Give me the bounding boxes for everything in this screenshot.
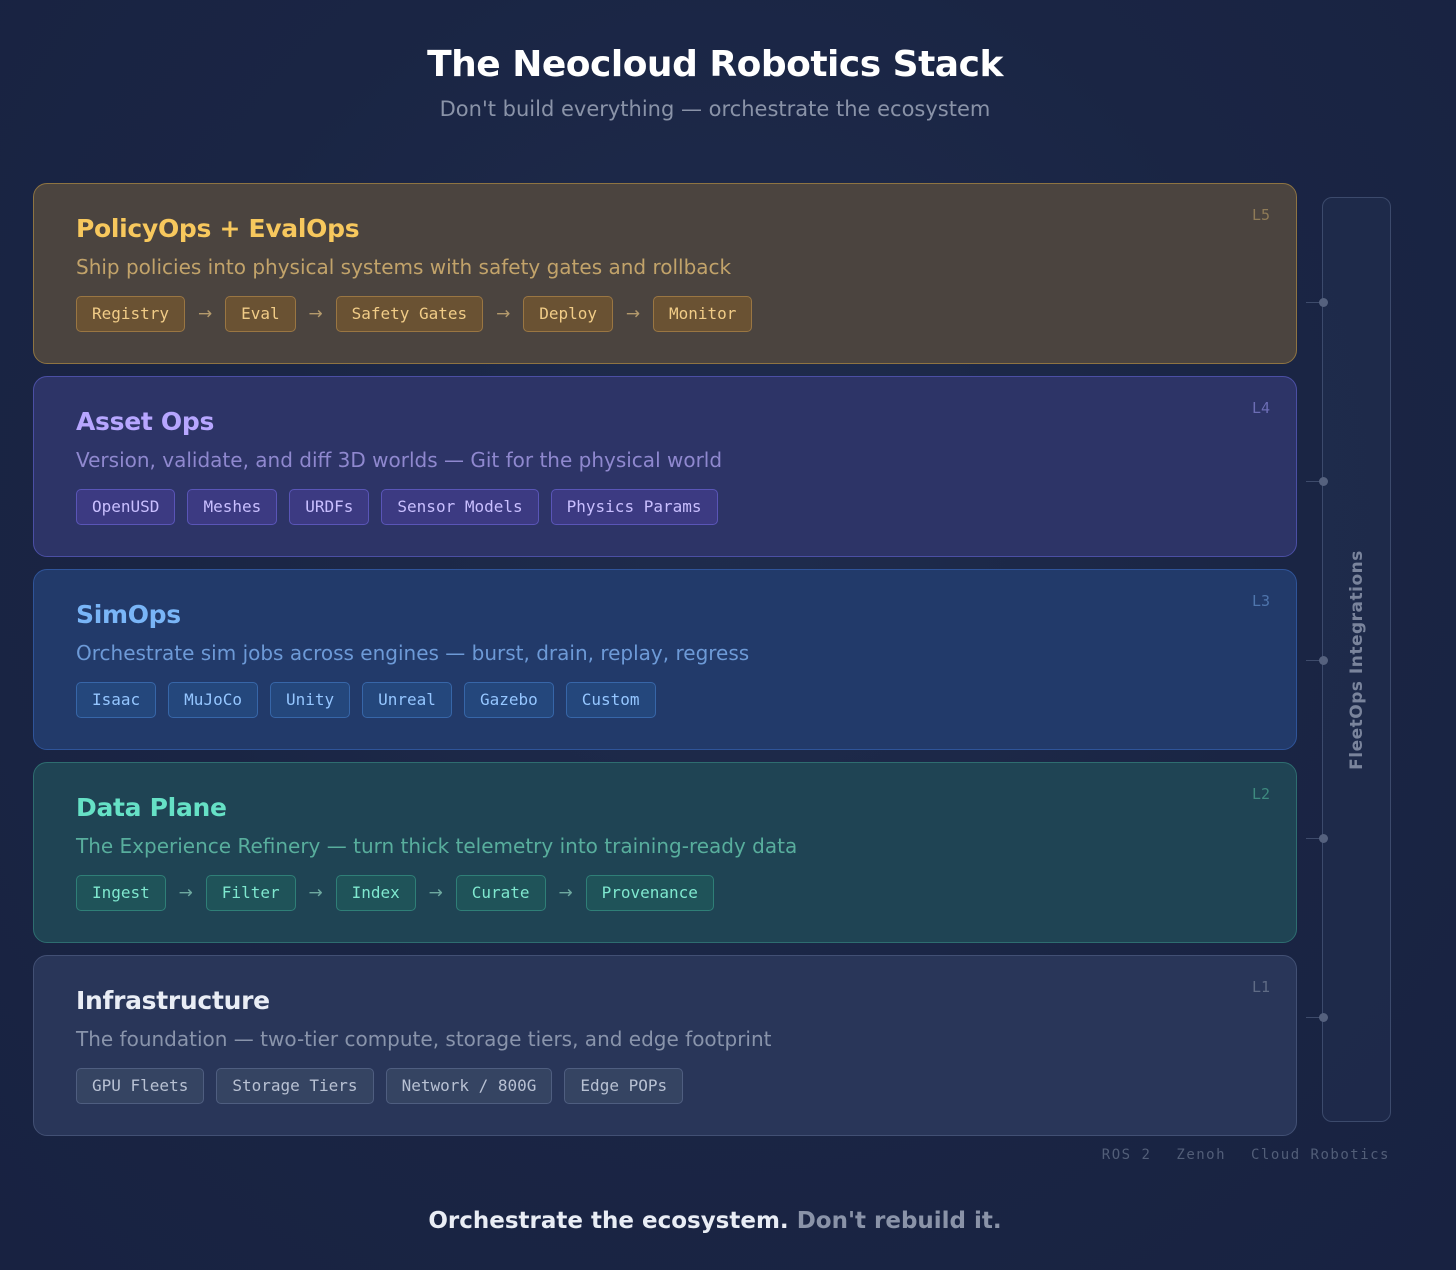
chip-index: Index xyxy=(335,875,416,911)
engine-chips: Isaac MuJoCo Unity Unreal Gazebo Custom xyxy=(76,682,1254,718)
header: The Neocloud Robotics Stack Don't build … xyxy=(0,44,1430,121)
chip-safety-gates: Safety Gates xyxy=(335,296,484,332)
chip-curate: Curate xyxy=(455,875,546,911)
chip-ingest: Ingest xyxy=(76,875,166,911)
fleetops-tags: ROS 2 Zenoh Cloud Robotics xyxy=(1087,1147,1390,1163)
layer-number: L1 xyxy=(1251,978,1270,996)
pipeline-chips: Registry → Eval → Safety Gates → Deploy … xyxy=(76,296,1254,332)
infra-chips: GPU Fleets Storage Tiers Network / 800G … xyxy=(76,1068,1254,1104)
chip-filter: Filter xyxy=(205,875,296,911)
page-subtitle: Don't build everything — orchestrate the… xyxy=(439,97,991,121)
chip-deploy: Deploy xyxy=(523,296,613,332)
layer-data-plane: L2 Data Plane The Experience Refinery — … xyxy=(33,762,1297,943)
chip-custom: Custom xyxy=(565,682,656,718)
arrow-icon: → xyxy=(308,304,323,324)
chip-unity: Unity xyxy=(269,682,351,718)
chip-isaac: Isaac xyxy=(76,682,157,718)
chip-provenance: Provenance xyxy=(585,875,714,911)
layer-simops: L3 SimOps Orchestrate sim jobs across en… xyxy=(33,569,1297,750)
tag-ros2: ROS 2 xyxy=(1101,1147,1152,1163)
connector-dot xyxy=(1319,298,1328,307)
layer-title: Asset Ops xyxy=(76,407,215,436)
chip-edge-pops: Edge POPs xyxy=(564,1068,684,1104)
arrow-icon: → xyxy=(178,883,193,903)
layer-infrastructure: L1 Infrastructure The foundation — two-t… xyxy=(33,955,1297,1136)
layer-description: The Experience Refinery — turn thick tel… xyxy=(76,834,798,858)
layer-description: Orchestrate sim jobs across engines — bu… xyxy=(76,641,750,665)
arrow-icon: → xyxy=(558,883,573,903)
layer-title: PolicyOps + EvalOps xyxy=(76,214,360,243)
connector-dot xyxy=(1319,477,1328,486)
page-title: The Neocloud Robotics Stack xyxy=(427,44,1003,85)
footer-tagline: Orchestrate the ecosystem. Don't rebuild… xyxy=(0,1208,1430,1234)
layer-number: L4 xyxy=(1251,399,1270,417)
connector-dot xyxy=(1319,656,1328,665)
chip-openusd: OpenUSD xyxy=(76,489,176,525)
chip-physics-params: Physics Params xyxy=(550,489,718,525)
chip-meshes: Meshes xyxy=(187,489,278,525)
layer-title: Infrastructure xyxy=(76,986,270,1015)
asset-chips: OpenUSD Meshes URDFs Sensor Models Physi… xyxy=(76,489,1254,525)
pipeline-chips: Ingest → Filter → Index → Curate → Prove… xyxy=(76,875,1254,911)
arrow-icon: → xyxy=(625,304,641,324)
chip-monitor: Monitor xyxy=(652,296,753,332)
chip-storage-tiers: Storage Tiers xyxy=(216,1068,374,1104)
chip-urdfs: URDFs xyxy=(289,489,370,525)
layer-description: Ship policies into physical systems with… xyxy=(76,255,732,279)
tag-zenoh: Zenoh xyxy=(1176,1147,1227,1163)
layer-description: The foundation — two-tier compute, stora… xyxy=(76,1027,772,1051)
chip-mujoco: MuJoCo xyxy=(168,682,258,718)
tag-cloud-robotics: Cloud Robotics xyxy=(1250,1147,1390,1163)
connector-dot xyxy=(1319,1013,1328,1022)
chip-sensor-models: Sensor Models xyxy=(381,489,539,525)
arrow-icon: → xyxy=(197,304,213,324)
layer-title: SimOps xyxy=(76,600,181,629)
layer-title: Data Plane xyxy=(76,793,227,822)
layer-policyops-evalops: L5 PolicyOps + EvalOps Ship policies int… xyxy=(33,183,1297,364)
arrow-icon: → xyxy=(496,304,511,324)
layer-description: Version, validate, and diff 3D worlds — … xyxy=(76,448,723,472)
layer-number: L2 xyxy=(1251,785,1270,803)
chip-unreal: Unreal xyxy=(362,682,452,718)
chip-gpu-fleets: GPU Fleets xyxy=(76,1068,205,1104)
chip-registry: Registry xyxy=(76,296,186,332)
arrow-icon: → xyxy=(428,883,443,903)
chip-gazebo: Gazebo xyxy=(463,682,554,718)
layer-number: L5 xyxy=(1251,206,1270,224)
chip-network-800g: Network / 800G xyxy=(385,1068,553,1104)
fleetops-integrations-panel: FleetOps Integrations xyxy=(1322,197,1391,1122)
fleetops-label: FleetOps Integrations xyxy=(1346,549,1367,770)
arrow-icon: → xyxy=(308,883,323,903)
connector-dot xyxy=(1319,834,1328,843)
layer-asset-ops: L4 Asset Ops Version, validate, and diff… xyxy=(33,376,1297,557)
footer-muted: Don't rebuild it. xyxy=(796,1208,1002,1234)
footer-strong: Orchestrate the ecosystem. xyxy=(428,1208,789,1234)
layer-number: L3 xyxy=(1251,592,1270,610)
chip-eval: Eval xyxy=(225,296,296,332)
